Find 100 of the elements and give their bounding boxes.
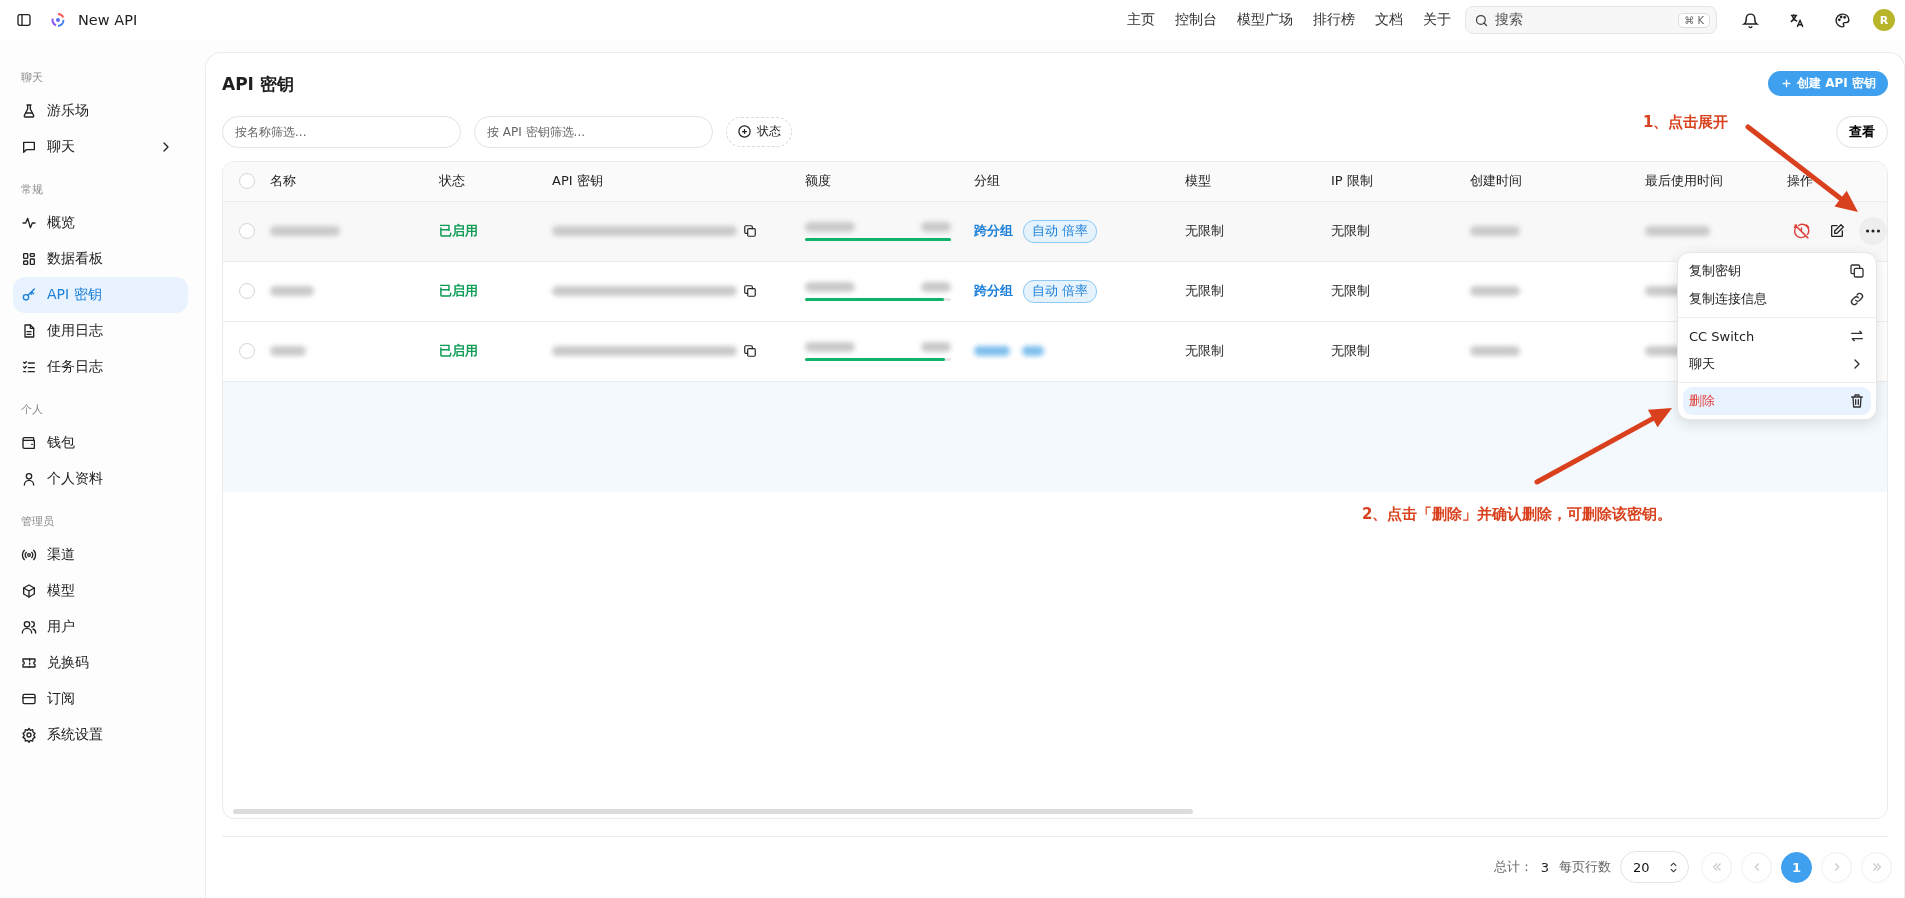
row-checkbox[interactable] (239, 343, 255, 360)
menu-item[interactable]: CC Switch (1683, 322, 1871, 350)
copy-icon (743, 224, 757, 239)
sidebar-item[interactable]: 订阅 (13, 681, 188, 717)
redacted-text (1470, 226, 1520, 237)
row-checkbox[interactable] (239, 223, 255, 240)
checklist-icon (21, 359, 37, 375)
section-label: 个人 (20, 401, 44, 418)
sidebar-item[interactable]: 游乐场 (13, 93, 188, 129)
redacted-text (1645, 226, 1710, 237)
column-header: 名称 (269, 172, 297, 191)
up-down-icon (1667, 860, 1680, 874)
more-button[interactable] (1859, 217, 1887, 246)
section-label: 常规 (20, 181, 44, 198)
column-header: 分组 (973, 172, 1001, 191)
sidebar-item[interactable]: 个人资料 (13, 461, 188, 497)
nav-link[interactable]: 文档 (1365, 11, 1413, 29)
sidebar-item[interactable]: 兑换码 (13, 645, 188, 681)
view-button[interactable]: 查看 (1836, 115, 1888, 148)
sidebar-item[interactable]: 系统设置 (13, 717, 188, 753)
nav-link[interactable]: 排行榜 (1303, 11, 1365, 29)
copy-icon (743, 284, 757, 299)
ratio-tag: 自动 倍率 (1023, 279, 1097, 303)
column-header: IP 限制 (1330, 172, 1374, 191)
settings-icon (21, 727, 37, 743)
link-icon (1849, 291, 1865, 307)
sidebar-item[interactable]: 渠道 (13, 537, 188, 573)
row-checkbox[interactable] (239, 283, 255, 300)
chat-bubble-icon (21, 139, 37, 155)
shortcut-hint: ⌘ K (1678, 12, 1710, 28)
redacted-text (1470, 346, 1520, 357)
annotation-text: 1、点击展开 (1643, 112, 1729, 132)
redacted-text (805, 281, 855, 292)
more-icon (1866, 229, 1880, 234)
sidebar-item[interactable]: 钱包 (13, 425, 188, 461)
nav-link[interactable]: 主页 (1117, 11, 1165, 29)
page-size-select[interactable]: 20 (1620, 851, 1689, 884)
page-title: API 密钥 (222, 73, 294, 97)
search-field[interactable]: 搜索 ⌘ K (1465, 6, 1717, 34)
redacted-text (270, 286, 314, 297)
cube-icon (21, 583, 37, 599)
ticket-icon (21, 655, 37, 671)
group-text: 跨分组 (974, 222, 1013, 241)
sidebar-item[interactable]: 数据看板 (13, 241, 188, 277)
column-header: 模型 (1184, 172, 1212, 191)
edit-icon (1829, 223, 1845, 240)
clock-off-icon (1792, 222, 1810, 240)
key-icon (21, 287, 37, 303)
redacted-text (805, 341, 855, 352)
sidebar-item[interactable]: 聊天 (13, 129, 188, 165)
sidebar-item[interactable]: API 密钥 (13, 277, 188, 313)
column-header: 状态 (438, 172, 466, 191)
redacted-text (1022, 346, 1044, 357)
menu-item[interactable]: 删除 (1683, 387, 1871, 415)
table-row[interactable]: 已启用 跨分组 自动 倍率 无限制 无限制 (223, 201, 1887, 262)
select-all-checkbox[interactable] (239, 173, 255, 190)
plus-circle-icon (737, 124, 752, 140)
pulse-icon (21, 215, 37, 231)
status-text: 已启用 (439, 222, 478, 241)
sidebar-item[interactable]: 概览 (13, 205, 188, 241)
brand-name[interactable]: New API (78, 12, 138, 28)
filter-field[interactable]: 按名称筛选... (222, 115, 461, 148)
ratio-tag: 自动 倍率 (1023, 219, 1097, 243)
trash-icon (1849, 393, 1865, 409)
sidebar-item[interactable]: 使用日志 (13, 313, 188, 349)
table-cell-text: 无限制 (1330, 222, 1371, 241)
sidebar-item[interactable]: 任务日志 (13, 349, 188, 385)
card-icon (21, 691, 37, 707)
redacted-text (921, 281, 951, 292)
table-cell-text: 无限制 (1184, 282, 1225, 301)
section-label: 聊天 (20, 69, 44, 86)
page-size-label: 每页行数 (1559, 858, 1611, 877)
table-cell-text: 无限制 (1330, 342, 1371, 361)
annotation-text: 2、点击「删除」并确认删除，可删除该密钥。 (1362, 504, 1673, 524)
section-label: 管理员 (20, 513, 55, 530)
status-filter-button[interactable]: 状态 (726, 116, 792, 147)
redacted-text (921, 221, 951, 232)
swap-icon (1849, 328, 1865, 344)
column-header: API 密钥 (551, 172, 604, 191)
redacted-text (974, 346, 1010, 357)
sidebar-item[interactable]: 模型 (13, 573, 188, 609)
copy-icon (743, 344, 757, 359)
table-cell-text: 无限制 (1184, 222, 1225, 241)
filter-field[interactable]: 按 API 密钥筛选... (474, 115, 713, 148)
total-count: 3 (1540, 859, 1549, 875)
column-header: 创建时间 (1469, 172, 1523, 191)
redacted-text (270, 346, 306, 357)
menu-item[interactable]: 聊天 (1683, 350, 1871, 378)
column-header: 额度 (804, 172, 832, 191)
total-label: 总计： (1493, 858, 1533, 877)
redacted-text (270, 226, 340, 237)
nav-link[interactable]: 模型广场 (1227, 11, 1303, 29)
nav-link[interactable]: 关于 (1413, 11, 1461, 29)
menu-item[interactable]: 复制连接信息 (1683, 285, 1871, 313)
search-icon (1474, 12, 1489, 28)
sidebar-item[interactable]: 用户 (13, 609, 188, 645)
sidebar-toggle-icon[interactable] (16, 12, 32, 28)
redacted-text (805, 221, 855, 232)
nav-link[interactable]: 控制台 (1165, 11, 1227, 29)
user-icon (21, 471, 37, 487)
